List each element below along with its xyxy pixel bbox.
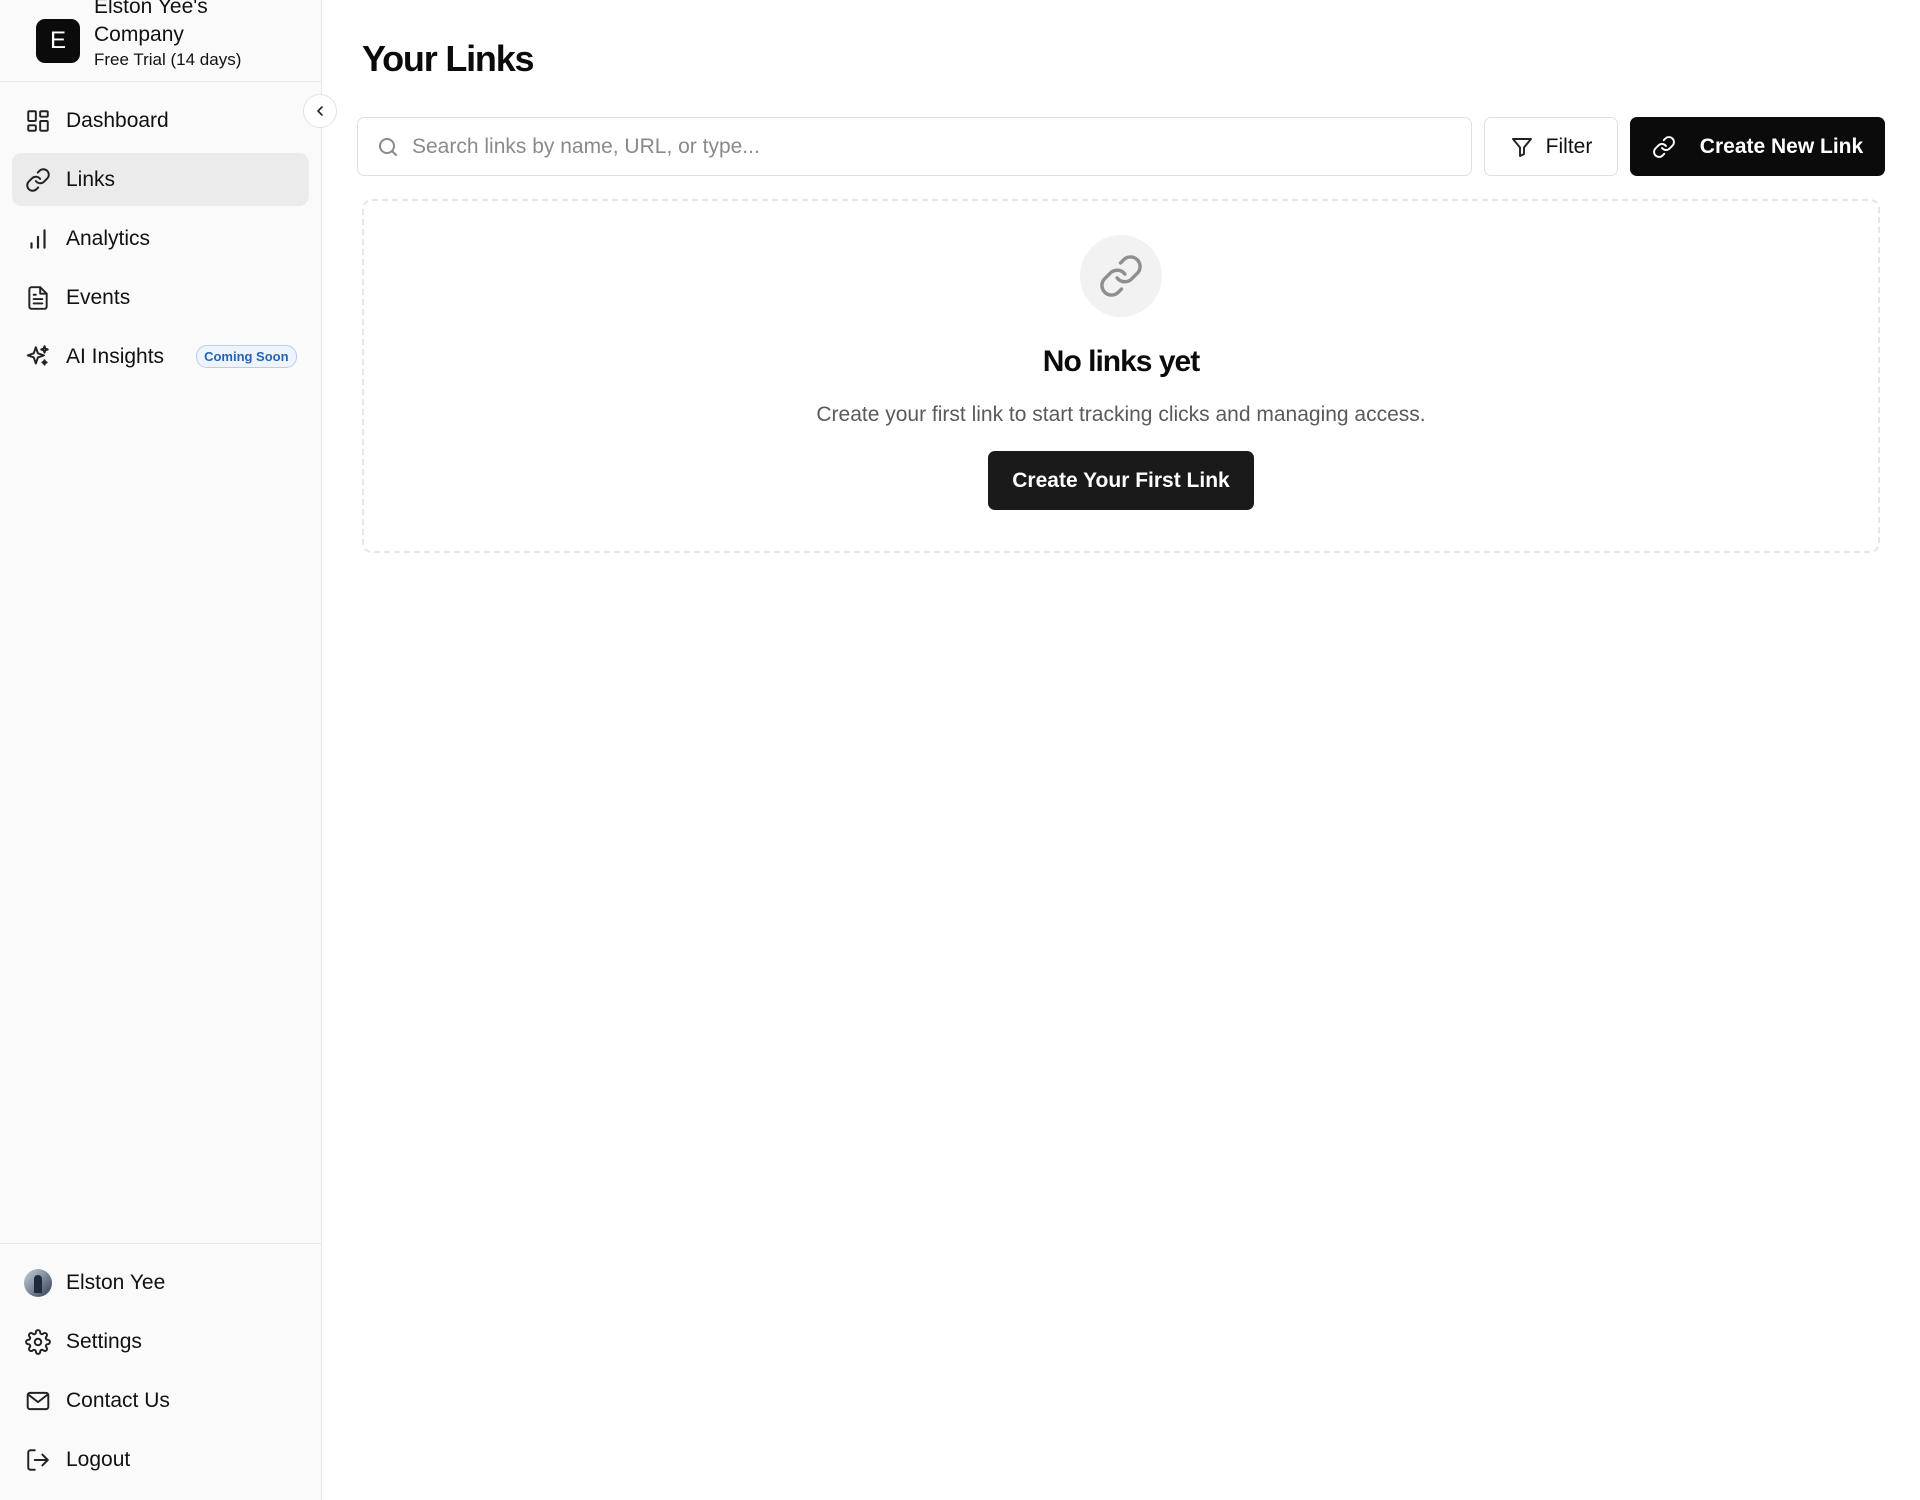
coming-soon-badge: Coming Soon xyxy=(196,345,297,368)
search-input[interactable] xyxy=(412,134,1471,159)
sidebar-item-label: Events xyxy=(66,285,131,309)
avatar xyxy=(24,1268,52,1297)
create-new-link-label: Create New Link xyxy=(1699,134,1864,158)
sidebar-item-label: AI Insights xyxy=(66,344,165,368)
workspace-logo: E xyxy=(36,18,80,63)
sidebar-item-logout[interactable]: Logout xyxy=(12,1433,309,1486)
workspace-name: Elston Yee's Company xyxy=(94,0,208,46)
app-root: E Elston Yee's Company Free Trial (14 da… xyxy=(0,0,1920,1500)
search-box[interactable] xyxy=(357,117,1472,176)
chevron-left-icon xyxy=(317,106,323,116)
sidebar: E Elston Yee's Company Free Trial (14 da… xyxy=(0,0,337,1500)
sidebar-item-label: Contact Us xyxy=(66,1388,170,1412)
collapse-sidebar-button[interactable] xyxy=(303,94,337,128)
sidebar-item-label: Settings xyxy=(66,1329,142,1353)
sidebar-item-contact-us[interactable]: Contact Us xyxy=(12,1374,309,1427)
link-icon xyxy=(1100,255,1142,297)
sidebar-item-label: Links xyxy=(66,167,116,191)
sidebar-item-label: Analytics xyxy=(66,226,151,250)
workspace-info: Elston Yee's Company Free Trial (14 days… xyxy=(94,0,254,71)
dashboard-grid-icon xyxy=(24,107,52,135)
sidebar-item-settings[interactable]: Settings xyxy=(12,1315,309,1368)
sidebar-item-label: Dashboard xyxy=(66,108,169,132)
filter-icon xyxy=(1511,137,1532,157)
empty-state-description: Create your first link to start tracking… xyxy=(816,403,1426,426)
filter-button-label: Filter xyxy=(1545,134,1593,158)
links-toolbar: Filter Create New Link xyxy=(357,117,1885,176)
main-content: Your Links Filter Create New Link No lin… xyxy=(322,0,1920,1500)
sidebar-item-events[interactable]: Events xyxy=(12,271,309,324)
sidebar-item-ai-insights[interactable]: AI Insights Coming Soon xyxy=(12,330,309,383)
sidebar-item-dashboard[interactable]: Dashboard xyxy=(12,94,309,147)
page-title: Your Links xyxy=(362,38,535,79)
empty-state-card: No links yet Create your first link to s… xyxy=(362,199,1880,553)
user-name: Elston Yee xyxy=(66,1270,166,1294)
mail-icon xyxy=(24,1387,52,1415)
document-icon xyxy=(24,284,52,312)
bar-chart-icon xyxy=(24,225,52,253)
sidebar-item-label: Logout xyxy=(66,1447,131,1471)
link-icon xyxy=(24,166,52,194)
empty-state-title: No links yet xyxy=(1042,345,1200,378)
workspace-switcher[interactable]: E Elston Yee's Company Free Trial (14 da… xyxy=(0,0,321,82)
create-new-link-button[interactable]: Create New Link xyxy=(1630,117,1885,176)
logout-icon xyxy=(24,1446,52,1474)
search-icon xyxy=(379,137,397,156)
link-icon xyxy=(1652,135,1675,158)
sidebar-nav: Dashboard Links Analytics Events AI Insi… xyxy=(0,82,321,383)
sidebar-footer: Elston Yee Settings Contact Us Logout xyxy=(0,1243,321,1500)
empty-state-icon-circle xyxy=(1080,235,1162,317)
gear-icon xyxy=(24,1328,52,1356)
sidebar-item-analytics[interactable]: Analytics xyxy=(12,212,309,265)
user-profile-item[interactable]: Elston Yee xyxy=(12,1256,309,1309)
workspace-plan: Free Trial (14 days) xyxy=(94,49,242,69)
filter-button[interactable]: Filter xyxy=(1484,117,1618,176)
create-first-link-button[interactable]: Create Your First Link xyxy=(988,451,1254,510)
sidebar-item-links[interactable]: Links xyxy=(12,153,309,206)
sparkles-icon xyxy=(24,343,52,371)
